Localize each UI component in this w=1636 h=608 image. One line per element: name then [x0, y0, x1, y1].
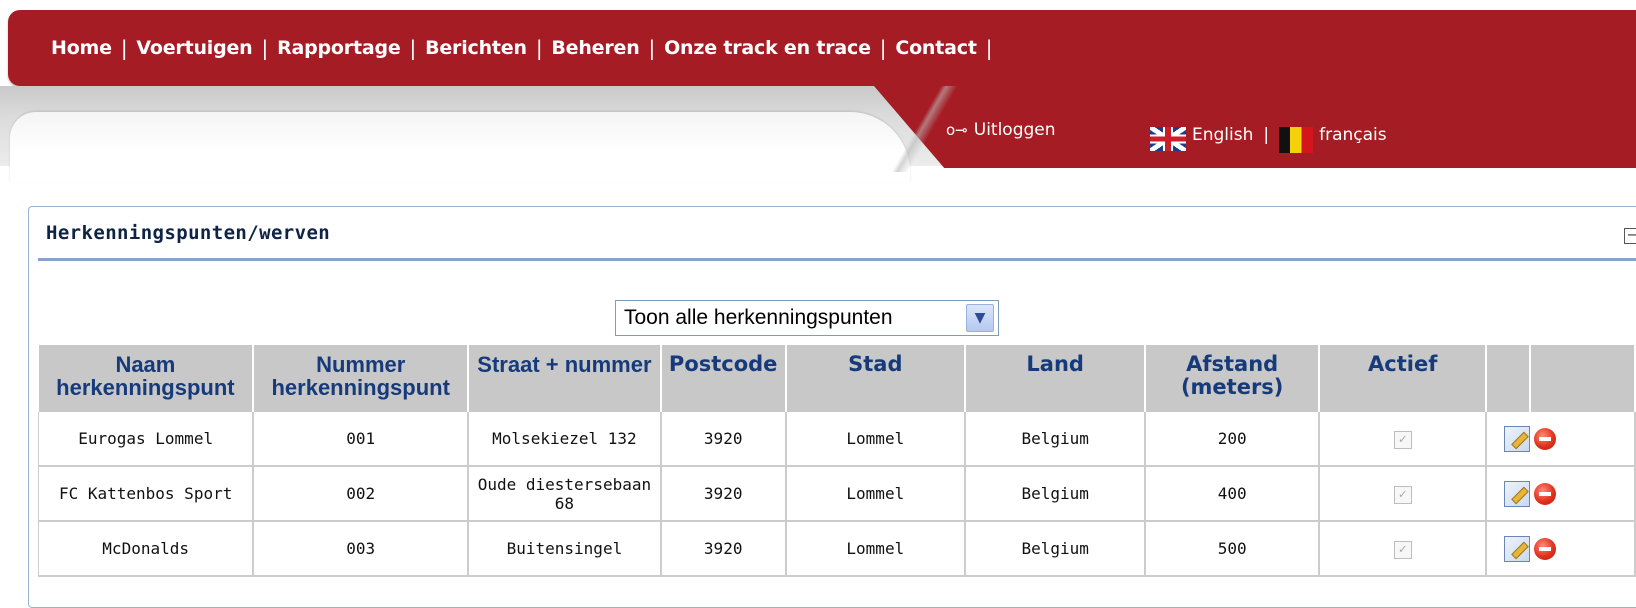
cell-edit: [1486, 466, 1531, 522]
edit-icon[interactable]: [1504, 535, 1531, 562]
header-active[interactable]: Actief: [1318, 345, 1488, 412]
logout-link[interactable]: o⊸ Uitloggen: [946, 120, 1056, 140]
cell-city: Lommel: [785, 466, 966, 522]
cell-country: Belgium: [964, 521, 1147, 577]
nav-separator: |: [985, 36, 993, 60]
cell-number: 003: [253, 521, 470, 577]
cell-distance: 500: [1145, 521, 1320, 577]
cell-name: McDonalds: [38, 521, 255, 577]
cell-active: ✓: [1318, 466, 1488, 522]
lang-english[interactable]: English: [1192, 125, 1253, 145]
nav-separator: |: [409, 36, 417, 60]
nav-separator: |: [120, 36, 128, 60]
nav-rapportage[interactable]: Rapportage: [277, 37, 401, 59]
nav-beheren[interactable]: Beheren: [551, 37, 639, 59]
checkbox-icon: ✓: [1393, 486, 1412, 504]
cell-edit: [1486, 412, 1531, 467]
header-panel: [10, 112, 910, 182]
table-header-row: Naam herkenningspunt Nummer herkenningsp…: [38, 345, 1636, 412]
cell-postcode: 3920: [660, 521, 787, 577]
cell-street: Oude diestersebaan 68: [468, 466, 662, 522]
edit-icon[interactable]: [1504, 480, 1531, 507]
cell-postcode: 3920: [660, 412, 787, 467]
table-row: Eurogas Lommel 001 Molsekiezel 132 3920 …: [38, 412, 1636, 467]
delete-icon[interactable]: [1534, 427, 1557, 450]
lang-french[interactable]: français: [1319, 125, 1387, 145]
collapse-icon[interactable]: −: [1624, 228, 1636, 244]
header-country[interactable]: Land: [964, 345, 1147, 412]
cell-name: Eurogas Lommel: [38, 412, 255, 467]
lang-separator: |: [1263, 125, 1270, 145]
nav-home[interactable]: Home: [51, 37, 112, 59]
belgium-flag-icon[interactable]: [1279, 127, 1314, 153]
cell-country: Belgium: [964, 412, 1147, 467]
nav-berichten[interactable]: Berichten: [425, 37, 527, 59]
key-icon: o⊸: [946, 121, 968, 139]
cell-city: Lommel: [785, 521, 966, 577]
header-number[interactable]: Nummer herkenningspunt: [253, 345, 470, 412]
cell-active: ✓: [1318, 521, 1488, 577]
nav-separator: |: [261, 36, 269, 60]
panel-divider: [38, 258, 1636, 261]
recognition-points-table: Naam herkenningspunt Nummer herkenningsp…: [38, 345, 1636, 577]
main-menu: Home | Voertuigen | Rapportage | Bericht…: [51, 36, 1001, 60]
header-delete: [1530, 345, 1636, 412]
checkbox-icon: ✓: [1393, 431, 1412, 449]
cell-city: Lommel: [785, 412, 966, 467]
filter-dropdown-value: Toon alle herkenningspunten: [624, 306, 893, 329]
cell-delete: [1530, 412, 1636, 467]
header-postcode[interactable]: Postcode: [660, 345, 787, 412]
cell-delete: [1530, 466, 1636, 522]
nav-separator: |: [535, 36, 543, 60]
language-switcher: English | français: [1150, 117, 1387, 153]
top-navigation-bar: Home | Voertuigen | Rapportage | Bericht…: [8, 10, 1636, 86]
cell-distance: 200: [1145, 412, 1320, 467]
table-row: McDonalds 003 Buitensingel 3920 Lommel B…: [38, 521, 1636, 577]
header-city[interactable]: Stad: [785, 345, 966, 412]
cell-country: Belgium: [964, 466, 1147, 522]
filter-dropdown[interactable]: Toon alle herkenningspunten ▼: [615, 300, 999, 336]
table-row: FC Kattenbos Sport 002 Oude diestersebaa…: [38, 466, 1636, 522]
cell-distance: 400: [1145, 466, 1320, 522]
header-edit: [1486, 345, 1532, 412]
header-distance[interactable]: Afstand (meters): [1145, 345, 1320, 412]
cell-name: FC Kattenbos Sport: [38, 466, 255, 522]
cell-postcode: 3920: [660, 466, 787, 522]
cell-delete: [1530, 521, 1636, 577]
cell-active: ✓: [1318, 412, 1488, 467]
uk-flag-icon[interactable]: [1150, 127, 1186, 151]
cell-number: 002: [253, 466, 470, 522]
nav-track-en-trace[interactable]: Onze track en trace: [664, 37, 871, 59]
nav-contact[interactable]: Contact: [895, 37, 977, 59]
cell-edit: [1486, 521, 1531, 577]
cell-number: 001: [253, 412, 470, 467]
header-street[interactable]: Straat + nummer: [468, 345, 662, 412]
logout-label: Uitloggen: [973, 120, 1056, 140]
edit-icon[interactable]: [1504, 425, 1531, 452]
nav-separator: |: [648, 36, 656, 60]
dropdown-arrow-icon[interactable]: ▼: [966, 304, 994, 332]
panel-title: Herkenningspunten/werven: [46, 222, 331, 244]
delete-icon[interactable]: [1534, 482, 1557, 505]
cell-street: Buitensingel: [468, 521, 662, 577]
cell-street: Molsekiezel 132: [468, 412, 662, 467]
nav-separator: |: [879, 36, 887, 60]
header-name[interactable]: Naam herkenningspunt: [38, 345, 255, 412]
nav-voertuigen[interactable]: Voertuigen: [136, 37, 252, 59]
checkbox-icon: ✓: [1393, 541, 1412, 559]
delete-icon[interactable]: [1534, 537, 1557, 560]
